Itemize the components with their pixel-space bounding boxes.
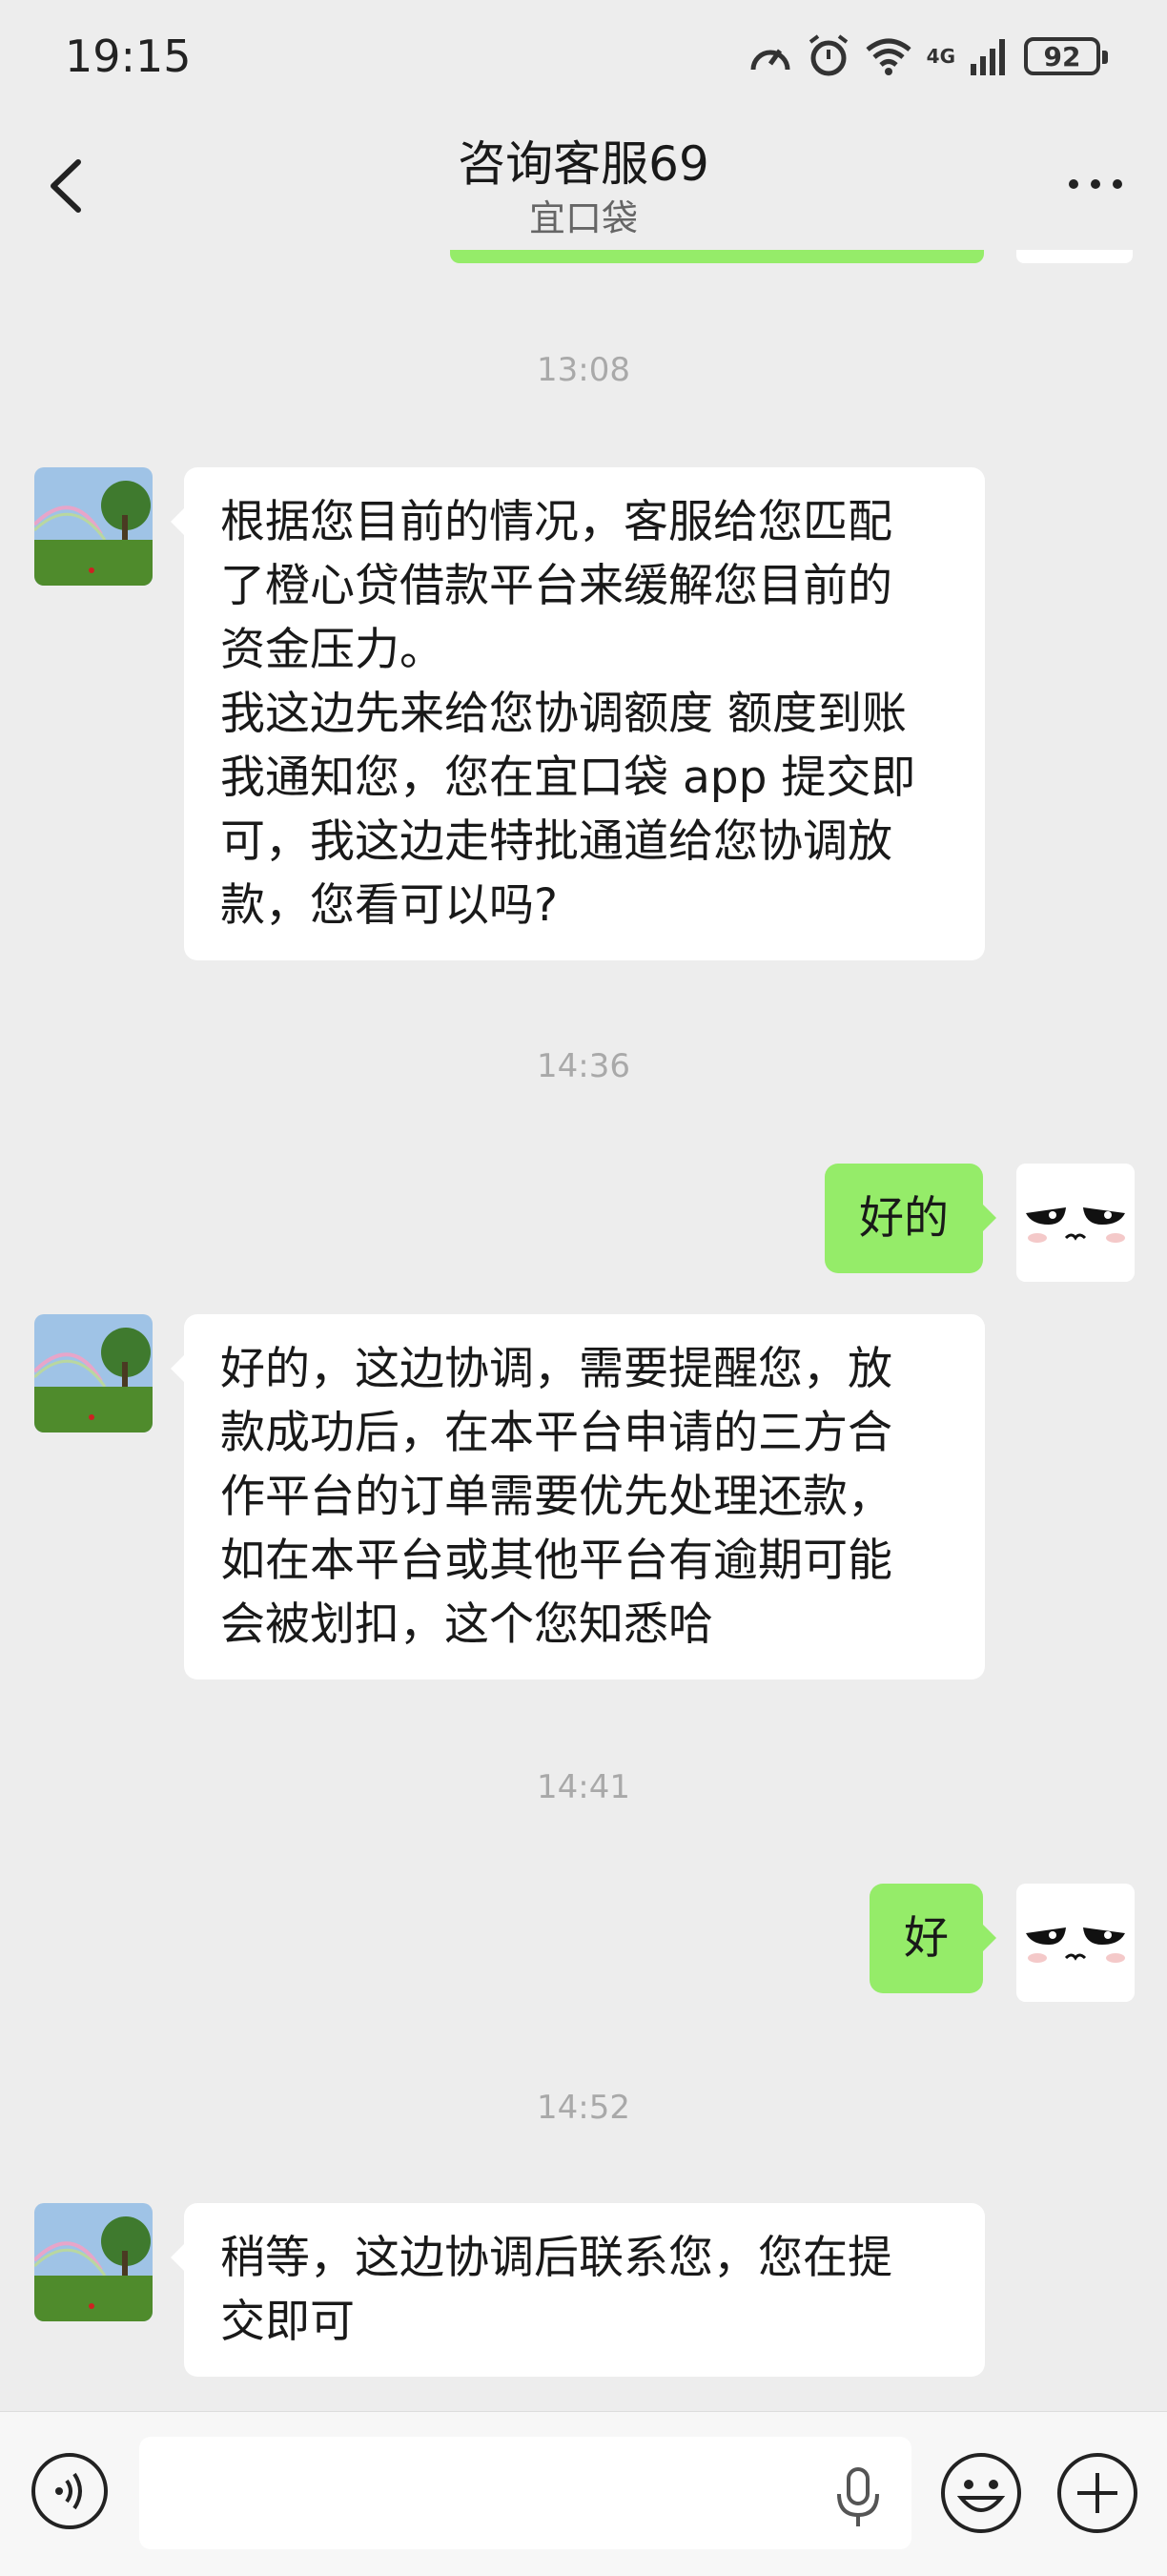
message-text-line: 作平台的订单需要优先处理还款， [220,1471,892,1523]
mic-icon[interactable] [829,2465,887,2528]
status-icons: 4G 92 [747,32,1108,80]
message-timestamp: 13:08 [537,351,630,389]
signal-icon [971,39,1005,75]
received-message-bubble[interactable]: 稍等，这边协调后联系您，您在提 交即可 [171,2203,985,2377]
emoji-icon[interactable] [938,2450,1024,2536]
plus-icon[interactable] [1054,2450,1140,2536]
speedometer-icon [750,49,790,71]
received-message-bubble[interactable]: 好的，这边协调，需要提醒您，放 款成功后，在本平台申请的三方合 作平台的订单需要… [171,1314,985,1680]
chat-header: 咨询客服69 宜口袋 [0,114,1167,258]
landscape-avatar-icon [34,467,153,586]
agent-avatar[interactable] [34,1314,153,1432]
user-avatar[interactable] [1016,1164,1135,1282]
chat-subtitle: 宜口袋 [528,197,638,239]
message-text-line: 资金压力。 [220,624,444,676]
landscape-avatar-icon [34,1314,153,1432]
grumpy-face-avatar-icon [1016,1884,1135,2002]
message-text-line: 了橙心贷借款平台来缓解您目前的 [220,560,892,612]
message-text-line: 会被划扣，这个您知悉哈 [220,1598,713,1651]
status-bar: 19:15 4G 92 [0,0,1167,114]
message-text-line: 交即可 [220,2296,355,2348]
message-text-line: 稍等，这边协调后联系您，您在提 [220,2232,892,2284]
sent-message-bubble[interactable]: 好 [870,1884,996,1993]
agent-avatar[interactable] [34,2203,153,2321]
sent-message-bubble[interactable]: 好的 [825,1164,996,1273]
message-timestamp: 14:52 [537,2089,630,2127]
message-text: 好 [904,1912,949,1965]
wifi-icon [866,38,911,75]
alarm-icon [809,34,848,76]
message-text-line: 我通知您，您在宜口袋 app 提交即 [220,752,916,804]
message-text-line: 我这边先来给您协调额度 额度到账 [220,688,907,740]
battery-indicator: 92 [1024,37,1108,75]
message-timestamp: 14:41 [537,1768,630,1806]
more-dots-icon[interactable] [1062,160,1129,208]
landscape-avatar-icon [34,2203,153,2321]
chat-title: 咨询客服69 [458,136,709,192]
grumpy-face-avatar-icon [1016,1164,1135,1282]
message-text-line: 可，我这边走特批通道给您协调放 [220,815,892,868]
message-timestamp: 14:36 [537,1047,630,1085]
network-type: 4G [926,45,955,68]
agent-avatar[interactable] [34,467,153,586]
received-message-bubble[interactable]: 根据您目前的情况，客服给您匹配 了橙心贷借款平台来缓解您目前的 资金压力。 我这… [171,467,985,960]
message-text-line: 好的，这边协调，需要提醒您，放 [220,1343,892,1395]
message-input[interactable] [139,2437,911,2549]
message-text: 好的 [859,1192,949,1245]
voice-icon[interactable] [29,2450,111,2532]
previous-message-fragment [450,250,984,263]
status-time: 19:15 [65,31,192,82]
input-bar [0,2411,1167,2576]
user-avatar[interactable] [1016,1884,1135,2002]
message-text-line: 款成功后，在本平台申请的三方合 [220,1407,892,1459]
message-text-line: 如在本平台或其他平台有逾期可能 [220,1535,892,1587]
previous-avatar-fragment [1016,250,1133,263]
message-text-line: 根据您目前的情况，客服给您匹配 [220,496,892,548]
message-text-line: 款，您看可以吗? [220,879,558,932]
